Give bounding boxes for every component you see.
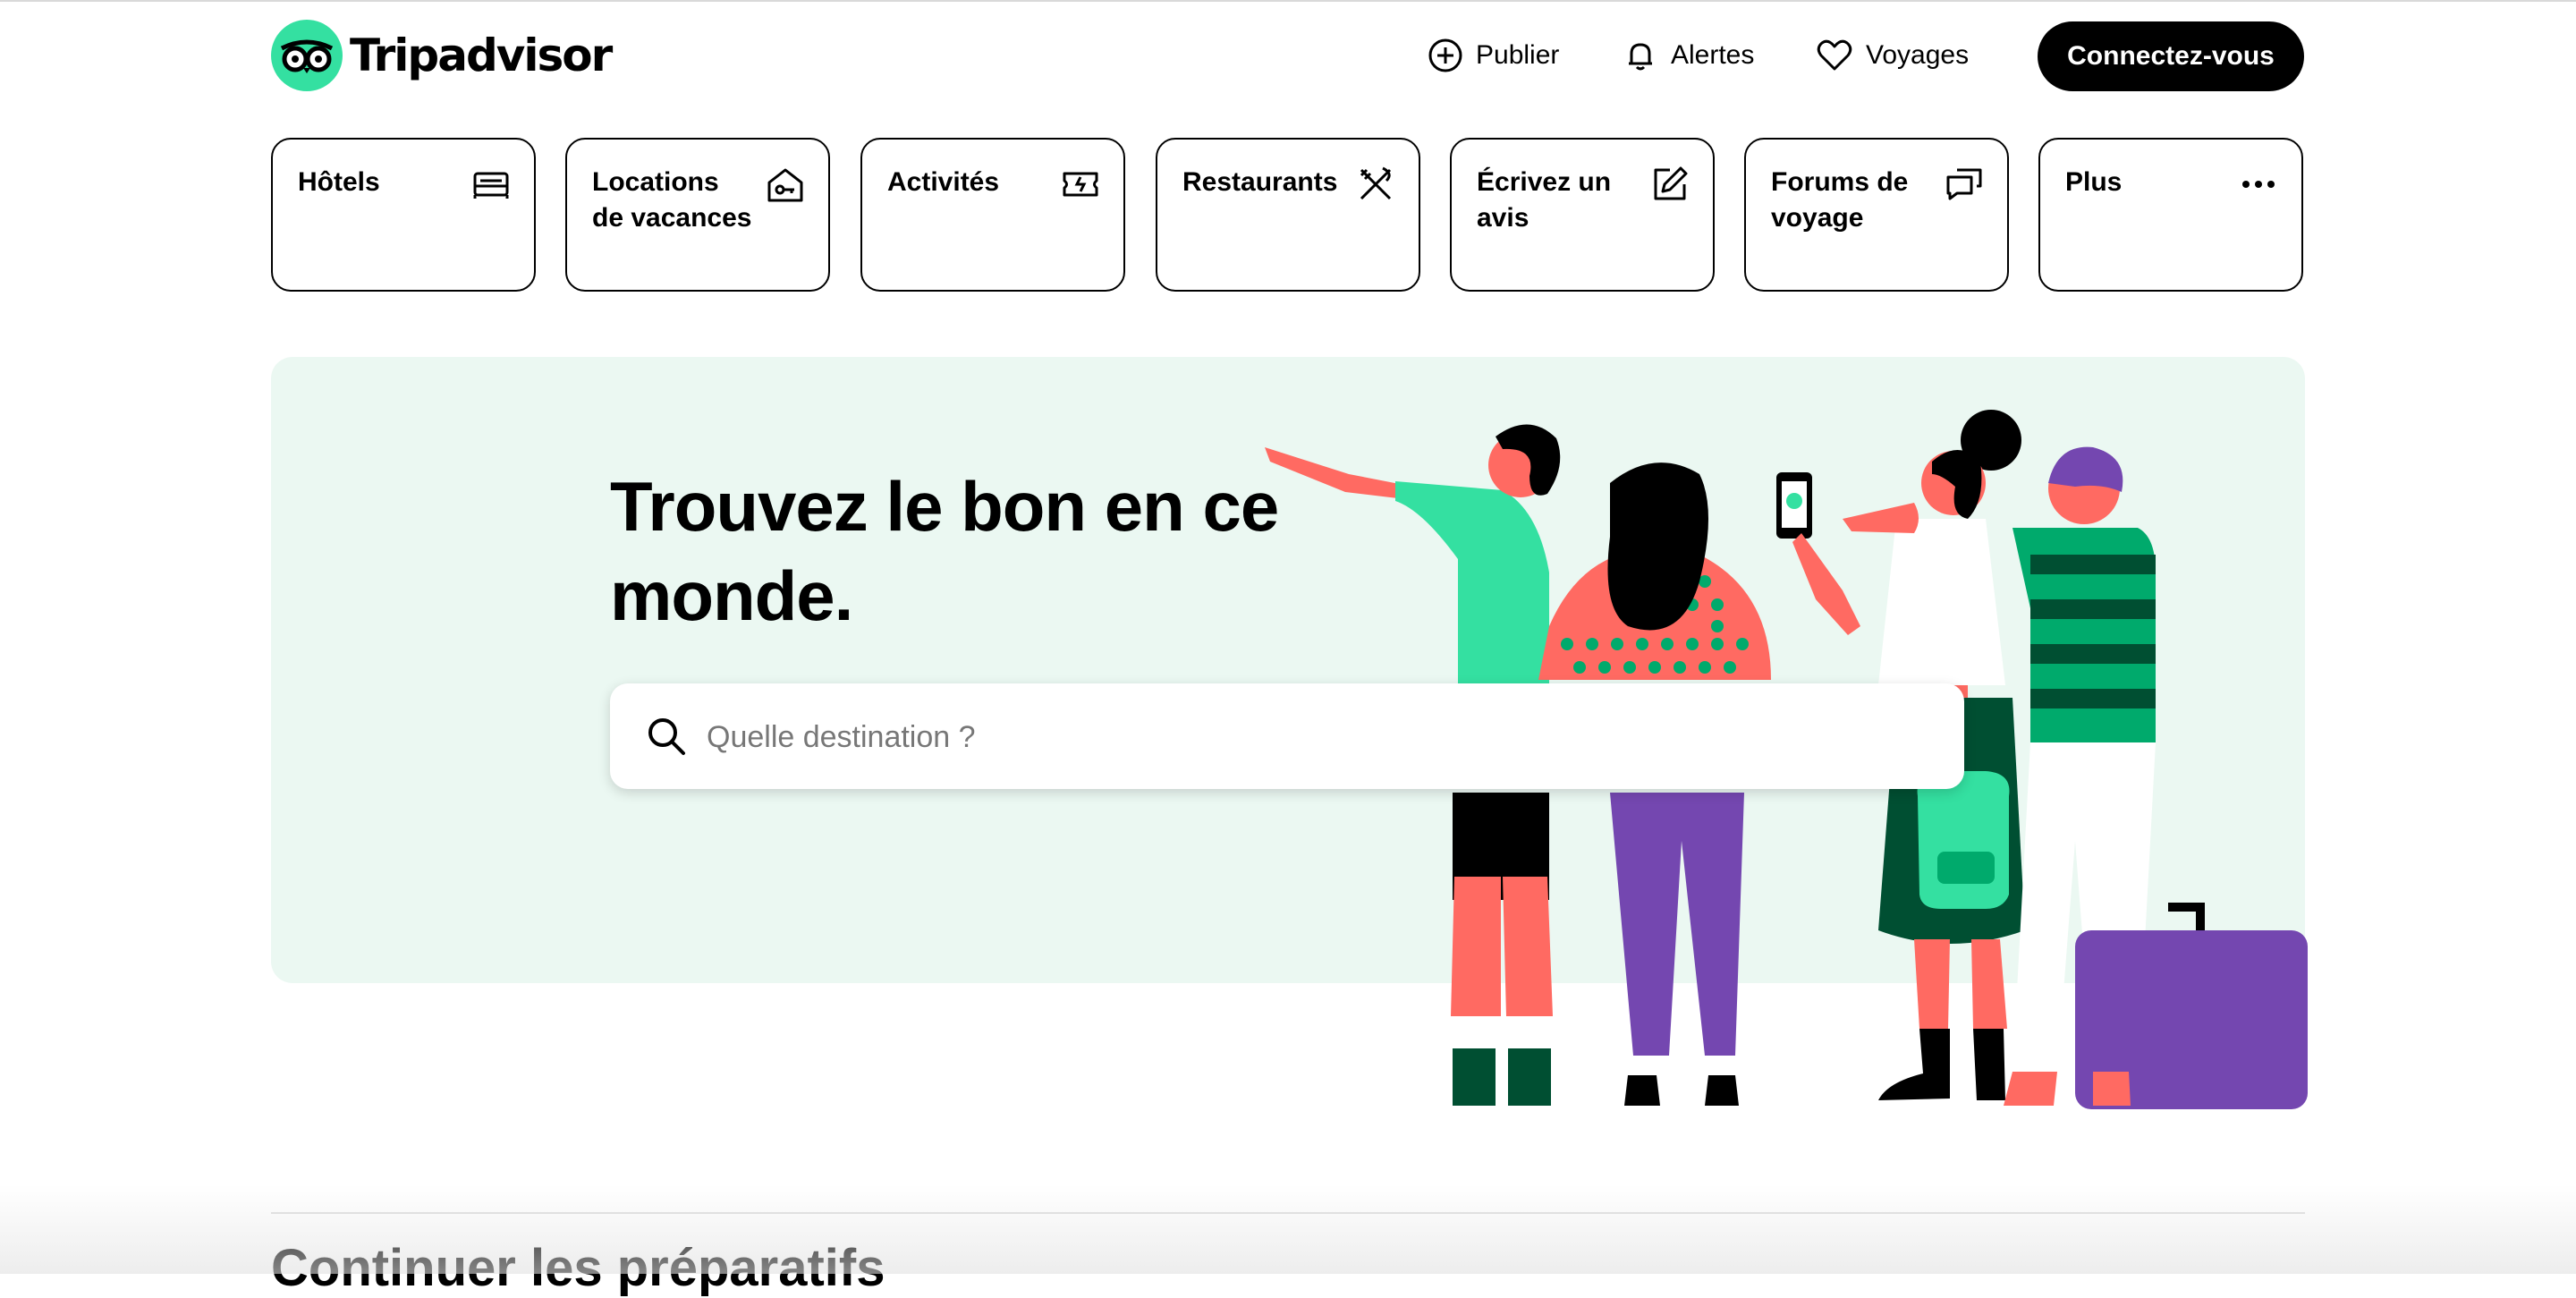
category-label: Écrivez un avis <box>1477 167 1612 233</box>
bell-icon <box>1629 43 1652 71</box>
house-key-icon <box>767 168 803 202</box>
section-title: Continuer les préparatifs <box>271 1239 886 1297</box>
category-plus[interactable]: Plus <box>2038 138 2303 292</box>
nav-voyages[interactable]: Voyages <box>1816 20 1969 91</box>
search-input[interactable] <box>705 683 1925 791</box>
chat-bubbles-icon <box>1946 168 1982 200</box>
more-dots-icon <box>2242 181 2275 188</box>
category-forums[interactable]: Forums de voyage <box>1744 138 2009 292</box>
nav-publier[interactable]: Publier <box>1428 20 1559 91</box>
plus-circle-icon <box>1428 38 1462 72</box>
login-button[interactable]: Connectez-vous <box>2038 21 2304 91</box>
section-divider <box>271 1212 2305 1214</box>
tripadvisor-logo[interactable]: Tripadvisor <box>271 20 613 91</box>
category-ecrivez-avis[interactable]: Écrivez un avis <box>1450 138 1715 292</box>
window-top-border <box>0 0 2576 2</box>
category-locations[interactable]: Locations de vacances <box>565 138 830 292</box>
nav-alertes[interactable]: Alertes <box>1623 20 1754 91</box>
fork-knife-icon <box>1360 166 1392 200</box>
category-activites[interactable]: Activités <box>860 138 1125 292</box>
search-bar[interactable] <box>610 683 1964 791</box>
category-restaurants[interactable]: Restaurants <box>1156 138 1420 292</box>
category-label: Activités <box>887 167 1000 197</box>
nav-alertes-label: Alertes <box>1671 40 1755 70</box>
heart-icon <box>1817 39 1852 71</box>
category-label: Locations de vacances <box>592 167 752 233</box>
nav-publier-label: Publier <box>1476 40 1560 70</box>
bed-icon <box>473 172 509 199</box>
owl-logo-icon <box>271 20 343 91</box>
ticket-icon <box>1063 172 1098 197</box>
category-label: Hôtels <box>298 167 380 197</box>
logo-text: Tripadvisor <box>350 30 613 81</box>
category-label: Plus <box>2065 167 2123 197</box>
hero-title: Trouvez le bon en ce monde. <box>610 467 1279 635</box>
search-icon <box>648 718 685 755</box>
category-hotels[interactable]: Hôtels <box>271 138 536 292</box>
nav-voyages-label: Voyages <box>1866 40 1970 70</box>
category-label: Forums de voyage <box>1771 167 1909 233</box>
pencil-square-icon <box>1654 166 1688 200</box>
category-label: Restaurants <box>1182 167 1338 197</box>
